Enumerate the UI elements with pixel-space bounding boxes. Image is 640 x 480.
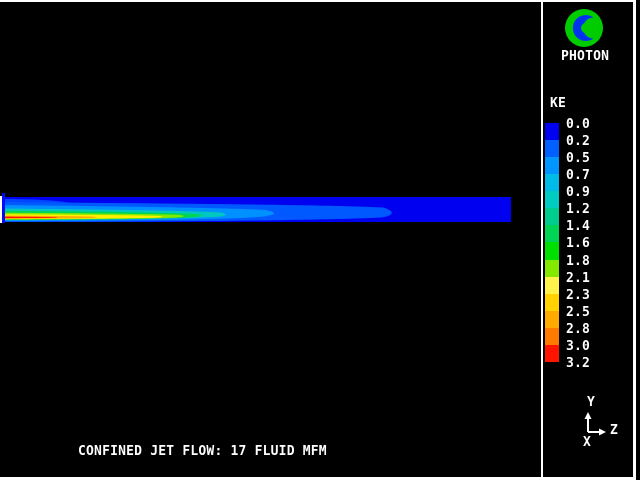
axis-triad-svg xyxy=(575,405,615,445)
legend-swatch xyxy=(545,123,559,140)
legend-value: 1.4 xyxy=(566,218,590,235)
legend-swatch xyxy=(545,328,559,345)
plot-caption: CONFINED JET FLOW: 17 FLUID MFM xyxy=(78,445,327,458)
sidebar-divider xyxy=(541,0,543,477)
inlet-blue-line xyxy=(2,193,5,223)
legend-swatch xyxy=(545,157,559,174)
legend-value: 3.2 xyxy=(566,355,590,372)
legend-swatch xyxy=(545,242,559,259)
legend-value: 0.0 xyxy=(566,116,590,133)
legend-swatch xyxy=(545,294,559,311)
legend-value: 0.5 xyxy=(566,150,590,167)
legend-swatch xyxy=(545,225,559,242)
axis-up-arrowhead-icon xyxy=(585,412,592,419)
legend-title: KE xyxy=(550,97,566,110)
axis-label-y: Y xyxy=(587,396,595,409)
jet-contour-layers xyxy=(5,197,511,222)
legend-value: 0.2 xyxy=(566,133,590,150)
legend-value: 0.9 xyxy=(566,184,590,201)
axis-label-z: Z xyxy=(610,424,618,437)
legend-swatch xyxy=(545,140,559,157)
legend-swatch-column xyxy=(545,123,559,362)
legend-swatch xyxy=(545,311,559,328)
brand-label: PHOTON xyxy=(561,50,609,63)
legend-value: 0.7 xyxy=(566,167,590,184)
legend-value: 2.8 xyxy=(566,321,590,338)
jet-contour-svg xyxy=(0,0,640,480)
axis-right-arrowhead-icon xyxy=(599,429,606,436)
legend-swatch xyxy=(545,208,559,225)
legend-swatch xyxy=(545,260,559,277)
legend-swatch xyxy=(545,345,559,362)
inlet-white-line xyxy=(0,196,2,223)
frame-right-border xyxy=(633,0,636,480)
legend-swatch xyxy=(545,277,559,294)
axis-label-x: X xyxy=(583,436,591,449)
legend-value: 2.3 xyxy=(566,287,590,304)
legend-value: 2.1 xyxy=(566,270,590,287)
legend-value: 3.0 xyxy=(566,338,590,355)
legend-swatch xyxy=(545,174,559,191)
legend-value-column: 0.00.20.50.70.91.21.41.61.82.12.32.52.83… xyxy=(566,116,590,372)
legend-value: 1.6 xyxy=(566,235,590,252)
legend-value: 1.2 xyxy=(566,201,590,218)
photon-app-window: PHOTON KE 0.00.20.50.70.91.21.41.61.82.1… xyxy=(0,0,640,480)
legend-value: 1.8 xyxy=(566,253,590,270)
logo-core xyxy=(581,23,591,33)
photon-logo xyxy=(560,6,608,50)
legend-value: 2.5 xyxy=(566,304,590,321)
legend-swatch xyxy=(545,191,559,208)
